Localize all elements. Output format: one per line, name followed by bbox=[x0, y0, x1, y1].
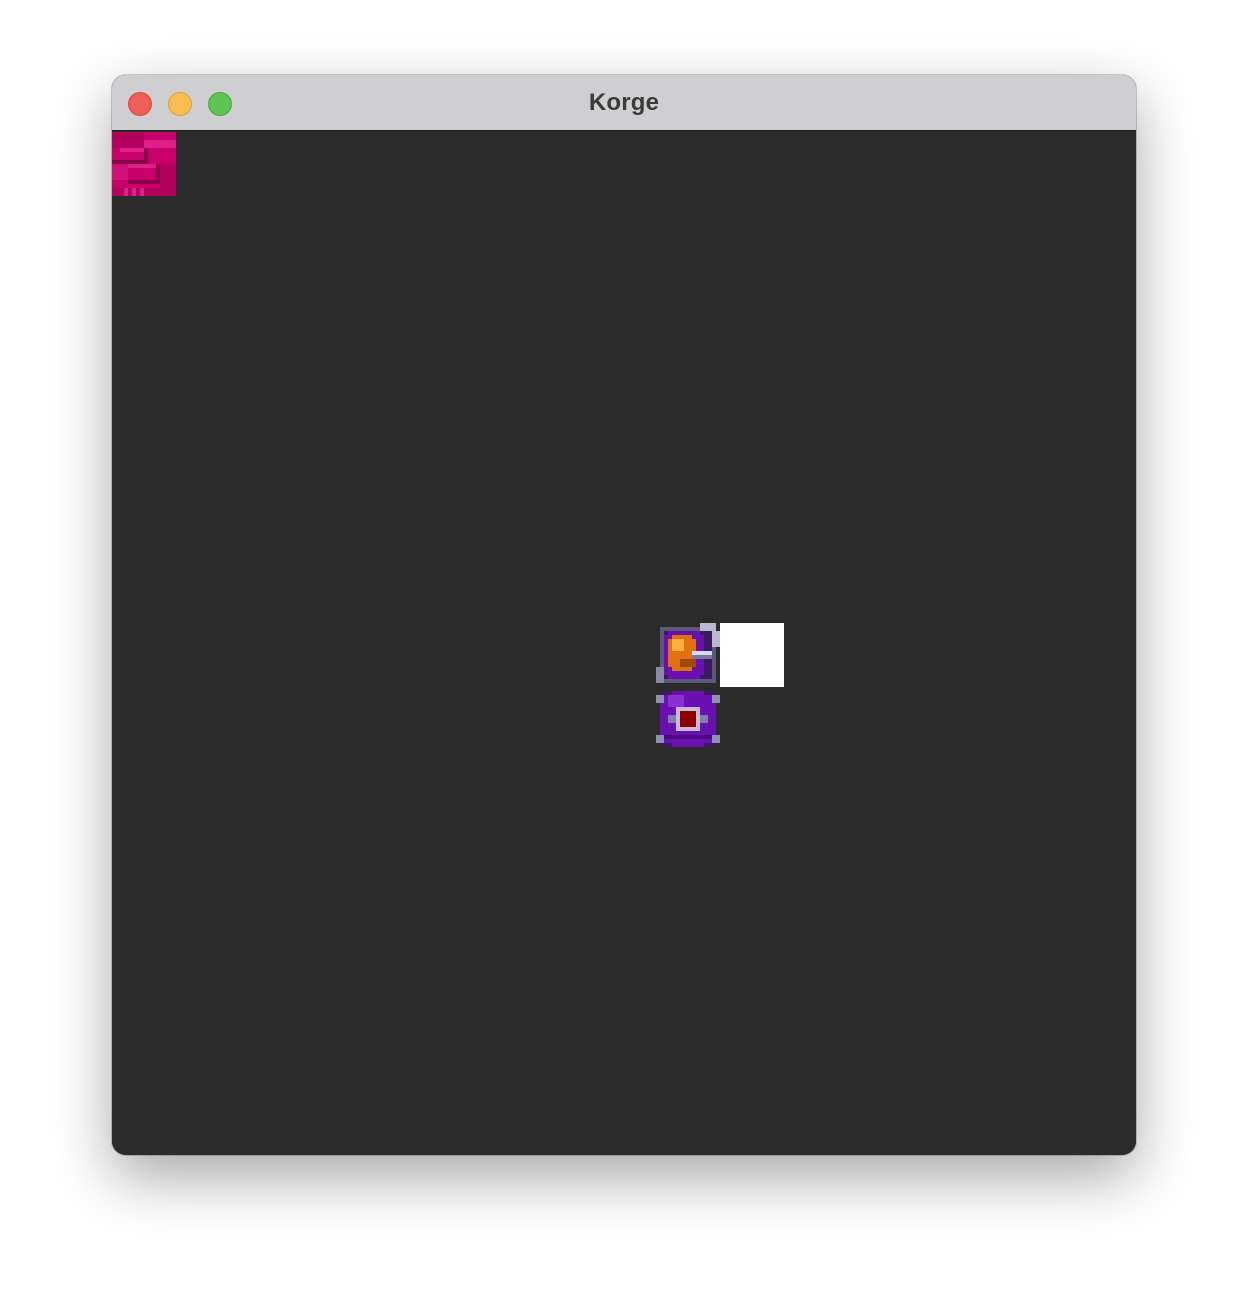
window-title: Korge bbox=[588, 89, 660, 116]
title-bar[interactable]: Korge bbox=[112, 75, 1136, 131]
magenta-brick-tile-icon bbox=[112, 132, 176, 196]
purple-orb-orange-core-icon bbox=[656, 623, 720, 687]
app-window: Korge bbox=[112, 75, 1136, 1155]
game-stage[interactable] bbox=[112, 132, 1136, 1155]
purple-orb-red-core-icon bbox=[656, 687, 720, 751]
white-square-icon bbox=[720, 623, 784, 687]
